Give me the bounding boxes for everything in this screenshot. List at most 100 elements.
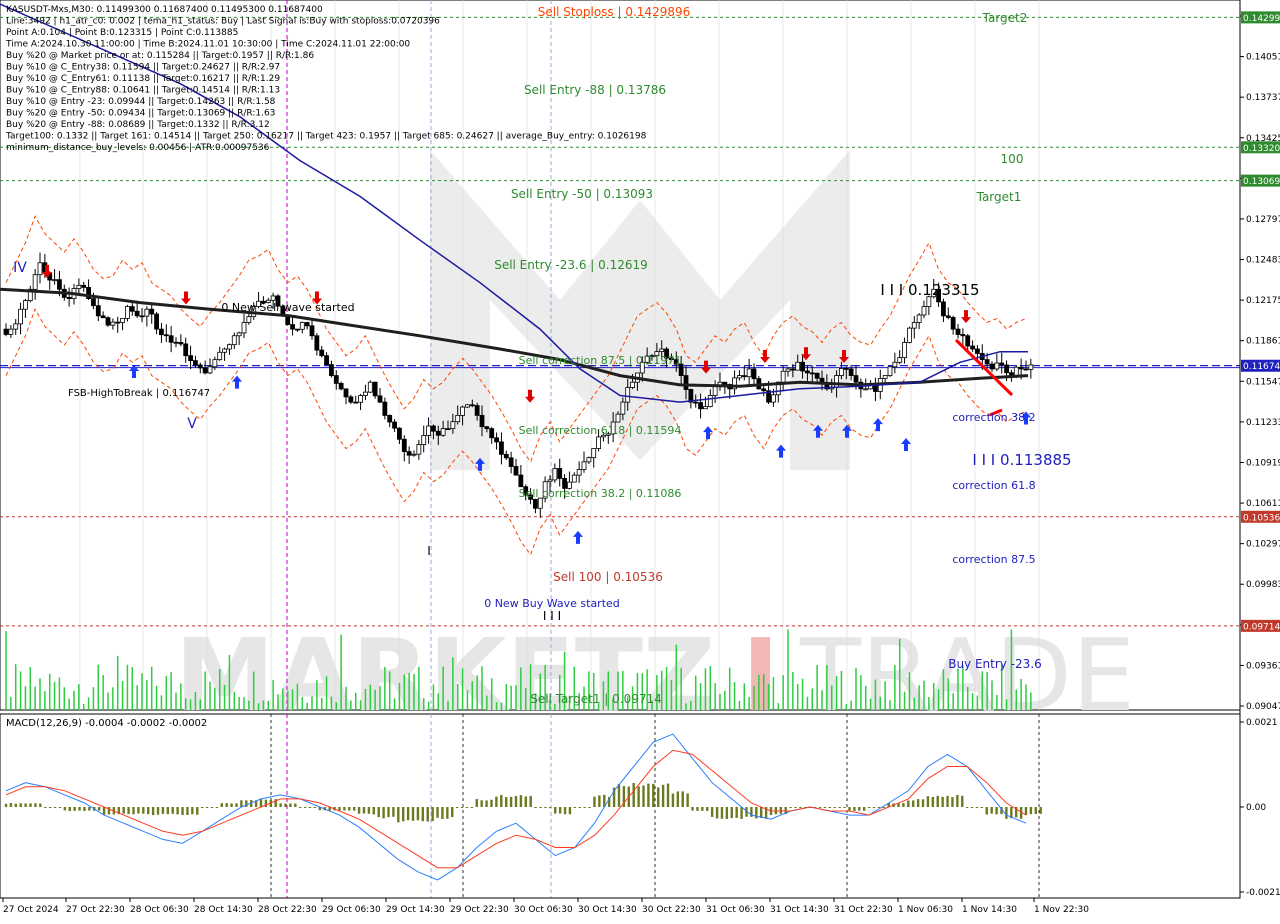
candle-body-63 bbox=[309, 325, 315, 337]
candle-body-142 bbox=[693, 401, 699, 404]
macd-hist-bar bbox=[740, 807, 743, 819]
macd-hist-bar bbox=[107, 807, 111, 815]
candle-body-140 bbox=[683, 375, 689, 390]
label-buy-entry-23: Buy Entry -23.6 bbox=[948, 657, 1042, 671]
info-line: minimum_distance_buy_levels: 0.00456 | A… bbox=[6, 143, 270, 153]
candle-body-105 bbox=[513, 466, 519, 476]
price-tick-label: 0.10297 bbox=[1246, 540, 1280, 550]
candle-body-135 bbox=[659, 348, 665, 353]
candle-body-20 bbox=[100, 315, 106, 319]
candle-body-4 bbox=[23, 300, 28, 310]
candle-body-0 bbox=[3, 328, 9, 335]
candle-body-36 bbox=[178, 341, 184, 345]
macd-hist-bar bbox=[691, 807, 694, 811]
candle-body-101 bbox=[494, 437, 499, 443]
macd-hist-bar bbox=[156, 807, 160, 815]
candle-body-29 bbox=[144, 308, 150, 317]
macd-hist-bar bbox=[593, 796, 596, 807]
candle-body-75 bbox=[367, 381, 373, 393]
label-new-sell-wave: 0 New Sell wave started bbox=[221, 301, 354, 314]
macd-hist-bar bbox=[421, 807, 425, 822]
macd-hist-bar bbox=[455, 807, 459, 808]
watermark-left: MARKETZ bbox=[175, 617, 715, 734]
macd-hist-bar bbox=[921, 799, 925, 807]
macd-tick-label: 0.0021 bbox=[1246, 718, 1278, 728]
candle-body-79 bbox=[387, 415, 393, 423]
macd-hist-bar bbox=[970, 807, 974, 808]
macd-hist-bar bbox=[652, 783, 655, 807]
macd-hist-bar bbox=[490, 799, 493, 807]
time-tick-label: 27 Oct 2024 bbox=[3, 905, 59, 915]
macd-hist-bar bbox=[833, 807, 836, 808]
macd-hist-bar bbox=[58, 807, 62, 808]
candle-body-96 bbox=[469, 404, 475, 407]
time-tick-label: 1 Nov 14:30 bbox=[962, 905, 1017, 915]
info-line: Buy %10 @ C_Entry61: 0.11138 || Target:0… bbox=[6, 74, 280, 84]
macd-hist-bar bbox=[573, 807, 577, 808]
candle-body-98 bbox=[479, 414, 485, 428]
macd-hist-bar bbox=[862, 807, 866, 811]
macd-hist-bar bbox=[568, 807, 572, 815]
candle-body-68 bbox=[333, 375, 339, 384]
label-correction-875: correction 87.5 bbox=[952, 553, 1035, 566]
macd-hist-bar bbox=[509, 796, 513, 807]
candle-body-187 bbox=[911, 322, 917, 329]
candle-body-165 bbox=[805, 370, 810, 374]
info-line: Buy %10 @ Entry -23: 0.09944 || Target:0… bbox=[6, 97, 276, 107]
price-tick-label: 0.09983 bbox=[1246, 580, 1280, 590]
macd-hist-bar bbox=[279, 803, 282, 807]
macd-hist-bar bbox=[441, 807, 444, 819]
info-line: Target100: 0.1332 || Target 161: 0.14514… bbox=[5, 132, 647, 142]
candle-body-66 bbox=[324, 355, 329, 365]
candle-body-198 bbox=[965, 335, 971, 347]
time-tick-label: 1 Nov 06:30 bbox=[898, 905, 953, 915]
time-axis: 27 Oct 2024 27 Oct 22:30 28 Oct 06:30 28 Oc… bbox=[0, 897, 1240, 915]
macd-hist-bar bbox=[965, 807, 969, 808]
info-line: Point A:0.104 | Point B:0.123315 | Point… bbox=[6, 28, 238, 38]
candle-body-35 bbox=[173, 341, 179, 344]
time-tick-label: 30 Oct 14:30 bbox=[578, 905, 637, 915]
macd-hist-bar bbox=[127, 807, 130, 815]
watermark-bar: I bbox=[742, 617, 779, 734]
macd-hist-bar bbox=[995, 807, 998, 815]
macd-hist-bar bbox=[985, 807, 988, 815]
candle-body-77 bbox=[377, 395, 383, 403]
candle-body-42 bbox=[207, 366, 213, 374]
time-tick-label: 29 Oct 06:30 bbox=[322, 905, 381, 915]
macd-hist-bar bbox=[402, 807, 405, 822]
candle-body-161 bbox=[785, 368, 791, 372]
time-tick-label: 29 Oct 22:30 bbox=[450, 905, 509, 915]
price-tick-label: 0.14051 bbox=[1246, 53, 1280, 63]
macd-hist-bar bbox=[794, 807, 797, 808]
candle-body-91 bbox=[445, 428, 451, 431]
candle-body-122 bbox=[596, 436, 601, 449]
candle-body-183 bbox=[892, 361, 898, 368]
candle-body-119 bbox=[581, 461, 587, 470]
macd-hist-bar bbox=[475, 799, 478, 807]
macd-hist-bar bbox=[34, 803, 37, 807]
price-tick-label: 0.12797 bbox=[1246, 215, 1280, 225]
macd-hist-bar bbox=[9, 803, 13, 807]
macd-tick-label: 0.00 bbox=[1246, 803, 1266, 813]
candle-body-166 bbox=[809, 372, 815, 375]
candle-body-24 bbox=[120, 317, 125, 323]
macd-hist-bar bbox=[632, 783, 635, 807]
candle-body-129 bbox=[630, 381, 635, 388]
macd-hist-bar bbox=[907, 800, 910, 807]
candle-body-16 bbox=[81, 284, 87, 288]
label-sell-stoploss: Sell Stoploss | 0.1429896 bbox=[538, 5, 691, 19]
macd-hist-bar bbox=[480, 800, 483, 807]
candle-body-60 bbox=[295, 328, 300, 331]
candle-body-160 bbox=[780, 370, 786, 383]
candle-body-33 bbox=[163, 334, 169, 337]
candle-body-23 bbox=[115, 321, 121, 324]
macd-hist-bar bbox=[147, 807, 150, 815]
candle-body-188 bbox=[916, 314, 922, 323]
candle-body-3 bbox=[18, 308, 23, 325]
label-target2: Target2 bbox=[982, 11, 1028, 25]
candle-body-202 bbox=[984, 359, 990, 365]
macd-hist-bar bbox=[706, 807, 709, 811]
macd-tick-label: -0.0021 bbox=[1246, 888, 1280, 898]
candle-body-164 bbox=[800, 361, 805, 372]
info-line: Buy %20 @ Entry -50: 0.09434 || Target:0… bbox=[6, 109, 275, 119]
